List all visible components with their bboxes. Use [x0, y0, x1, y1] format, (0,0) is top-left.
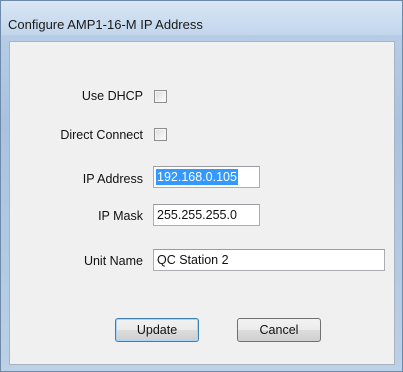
window-title: Configure AMP1-16-M IP Address: [8, 17, 203, 32]
ip-address-input[interactable]: 192.168.0.105: [153, 166, 260, 188]
use-dhcp-label: Use DHCP: [81, 89, 143, 103]
ip-address-label: IP Address: [82, 172, 143, 186]
dialog-client-area: Use DHCP Direct Connect IP Address 192.1…: [9, 41, 395, 365]
cancel-button[interactable]: Cancel: [237, 318, 321, 342]
dialog-window: Configure AMP1-16-M IP Address Use DHCP …: [0, 0, 403, 372]
ip-mask-input[interactable]: [153, 204, 260, 226]
unit-name-input[interactable]: [153, 249, 385, 271]
ip-mask-label: IP Mask: [98, 209, 143, 223]
direct-connect-checkbox[interactable]: [154, 128, 167, 141]
unit-name-label: Unit Name: [83, 254, 143, 268]
update-button[interactable]: Update: [115, 318, 199, 342]
ip-address-value: 192.168.0.105: [156, 169, 238, 185]
title-bar[interactable]: Configure AMP1-16-M IP Address: [1, 1, 402, 35]
use-dhcp-checkbox[interactable]: [154, 90, 167, 103]
direct-connect-label: Direct Connect: [60, 128, 143, 142]
